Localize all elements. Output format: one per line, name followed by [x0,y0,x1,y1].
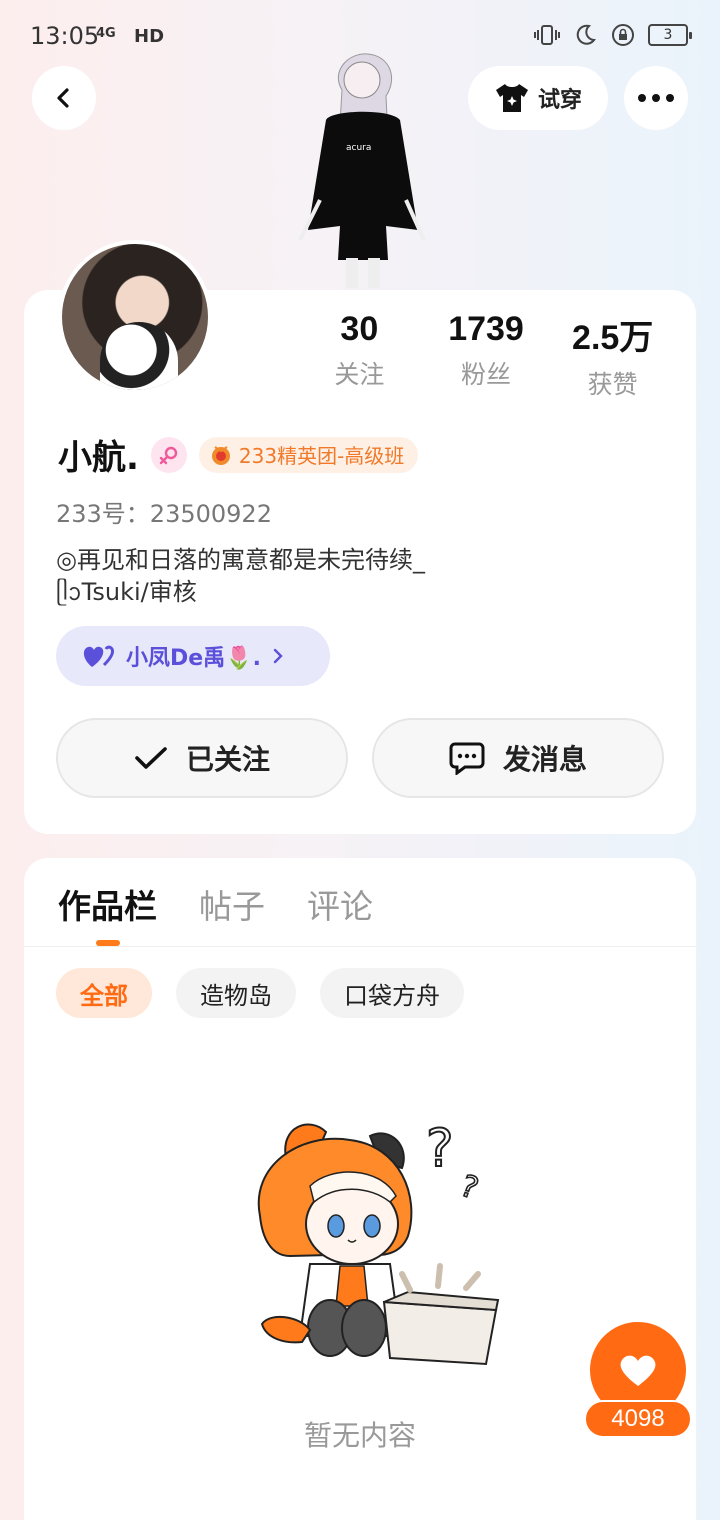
stat-label: 获赞 [587,370,638,399]
female-gender-icon [150,436,187,473]
heart-pair-icon [83,645,114,667]
tab-works[interactable]: 作品栏 [58,880,157,928]
battery-indicator: 3 [648,24,692,46]
user-id: 233号：23500922 [56,500,272,528]
filter-chips: 全部 造物岛 口袋方舟 [56,968,464,1018]
lock-rotation-icon [610,22,636,48]
hd-indicator: HD [134,26,165,47]
network-indicator: 4G [96,26,116,41]
heart-icon [620,1355,656,1386]
send-message-label: 发消息 [502,743,587,776]
chip-pocket-ark[interactable]: 口袋方舟 [320,968,464,1018]
stat-label: 关注 [334,360,385,389]
bio-line: ◎再见和日落的寓意都是未完待续_ [56,546,425,574]
svg-text:?: ? [426,1119,454,1179]
try-on-label: 试穿 [537,88,582,113]
chevron-right-icon [273,648,283,664]
content-tabs: 作品栏 帖子 评论 [58,880,373,928]
profile-stats: 30 关注 1739 粉丝 2.5万 获赞 [296,310,676,401]
user-avatar[interactable] [58,240,212,394]
following-button-label: 已关注 [185,743,270,776]
group-badge[interactable]: 233精英团-高级班 [198,436,419,473]
group-badge-label: 233精英团-高级班 [238,444,405,468]
friend-link-pill[interactable]: 小凤De禹🌷. [56,626,330,686]
tab-comments[interactable]: 评论 [307,880,373,928]
tab-posts[interactable]: 帖子 [199,880,265,928]
moon-icon [572,22,598,48]
bio-line: ᥫᩣTsuki/审核 [56,578,197,606]
status-icons: 3 [534,22,692,48]
like-count: 4098 [584,1400,692,1438]
send-message-button[interactable]: 发消息 [372,718,664,798]
stat-following[interactable]: 30 关注 [296,310,423,401]
chip-all[interactable]: 全部 [56,968,152,1018]
chat-bubble-icon [449,742,485,775]
stat-value: 2.5万 [572,319,654,357]
badge-medal-icon [211,445,230,465]
more-dots-icon [638,94,674,102]
try-on-button[interactable]: 试穿 [468,66,608,130]
chip-creation-island[interactable]: 造物岛 [176,968,296,1018]
svg-text:acura: acura [346,143,371,153]
stat-value: 1739 [448,310,524,348]
stat-likes[interactable]: 2.5万 获赞 [549,310,676,401]
friend-pill-label: 小凤De禹🌷. [126,646,261,671]
vibrate-icon [534,22,560,48]
following-button[interactable]: 已关注 [56,718,348,798]
stat-value: 30 [340,310,379,348]
svg-text:?: ? [456,1168,483,1206]
stat-label: 粉丝 [461,360,512,389]
checkmark-icon [135,747,167,769]
chevron-left-icon [57,88,69,108]
back-button[interactable] [32,66,96,130]
avatar-character-figure[interactable]: acura [290,50,435,290]
empty-state-illustration: ? ? [257,1118,500,1366]
user-bio: ◎再见和日落的寓意都是未完待续_ ᥫᩣTsuki/审核 [56,544,425,608]
name-row: 小航. 233精英团-高级班 [58,430,419,479]
more-button[interactable] [624,66,688,130]
username: 小航. [58,438,139,478]
status-time: 13:05 [30,22,100,50]
stat-followers[interactable]: 1739 粉丝 [423,310,550,401]
tshirt-icon [495,84,528,112]
tab-divider [24,946,696,947]
